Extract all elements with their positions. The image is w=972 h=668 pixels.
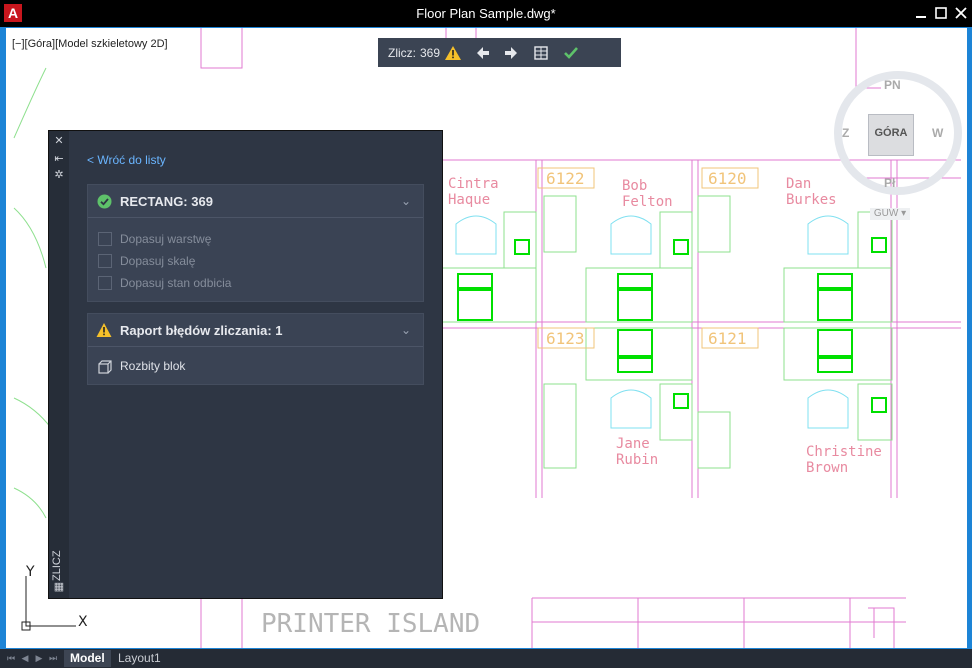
block-icon bbox=[98, 360, 112, 379]
checkmark-icon[interactable] bbox=[562, 44, 580, 62]
tab-layout1[interactable]: Layout1 bbox=[112, 650, 167, 667]
error-card-header[interactable]: Raport błędów zliczania: 1 ⌄ bbox=[88, 314, 423, 347]
palette-title: ZLICZ bbox=[51, 550, 63, 581]
room-tag-6120: 6120 bbox=[708, 169, 747, 188]
auto-hide-icon[interactable]: ⇤ bbox=[53, 153, 65, 165]
occupant-name: Haque bbox=[448, 192, 490, 208]
viewcube-north[interactable]: PN bbox=[884, 78, 901, 92]
room-tag-6122: 6122 bbox=[546, 169, 585, 188]
minimize-button[interactable] bbox=[912, 4, 930, 22]
block-count-card: RECTANG: 369 ⌄ Dopasuj warstwę Dopasuj s… bbox=[87, 184, 424, 302]
error-card-title: Raport błędów zliczania: 1 bbox=[120, 323, 283, 338]
viewcube[interactable]: GÓRA PN Pł Z W GUW ▾ bbox=[828, 58, 967, 220]
count-palette: ✕ ⇤ ✲ ZLICZ ▦ < Wróć do listy RECTANG: 3… bbox=[48, 130, 443, 599]
occupant-name: Jane bbox=[616, 436, 650, 452]
viewcube-top-face[interactable]: GÓRA bbox=[868, 114, 914, 156]
checkbox[interactable] bbox=[98, 232, 112, 246]
ucs-menu[interactable]: GUW ▾ bbox=[870, 208, 910, 220]
checkbox-label: Dopasuj warstwę bbox=[120, 232, 212, 246]
checkbox[interactable] bbox=[98, 276, 112, 290]
arrow-left-icon[interactable] bbox=[474, 44, 492, 62]
error-item-label: Rozbity blok bbox=[120, 359, 186, 373]
count-palette-icon: ▦ bbox=[53, 581, 65, 593]
viewcube-east[interactable]: W bbox=[932, 126, 943, 140]
room-tag-6121: 6121 bbox=[708, 329, 747, 348]
title-bar: A Floor Plan Sample.dwg* bbox=[0, 0, 972, 27]
minimize-icon bbox=[916, 16, 926, 18]
prev-tab-icon[interactable]: ◀ bbox=[20, 653, 30, 663]
layout-tab-bar: ⏮ ◀ ▶ ⏭ Model Layout1 bbox=[0, 649, 972, 668]
count-label: Zlicz: bbox=[388, 46, 416, 60]
success-check-icon bbox=[97, 194, 112, 214]
checkbox-label: Dopasuj skalę bbox=[120, 254, 196, 268]
arrow-right-icon[interactable] bbox=[502, 44, 520, 62]
warning-icon[interactable] bbox=[444, 44, 462, 62]
viewcube-west[interactable]: Z bbox=[842, 126, 849, 140]
occupant-name: Rubin bbox=[616, 452, 658, 468]
occupant-name: Brown bbox=[806, 460, 848, 476]
printer-island-label: PRINTER ISLAND bbox=[261, 609, 480, 639]
maximize-icon bbox=[935, 7, 947, 19]
block-card-title: RECTANG: 369 bbox=[120, 194, 213, 209]
count-value: 369 bbox=[420, 46, 441, 60]
window-title: Floor Plan Sample.dwg* bbox=[416, 6, 556, 21]
occupant-name: Christine bbox=[806, 444, 882, 460]
room-tag-6123: 6123 bbox=[546, 329, 585, 348]
last-tab-icon[interactable]: ⏭ bbox=[48, 653, 58, 663]
ucs-x-label: X bbox=[78, 614, 88, 630]
first-tab-icon[interactable]: ⏮ bbox=[6, 653, 16, 663]
error-report-card: Raport błędów zliczania: 1 ⌄ Rozbity blo… bbox=[87, 313, 424, 385]
properties-icon[interactable]: ✲ bbox=[53, 169, 65, 181]
viewport-controls-label[interactable]: [−][Góra][Model szkieletowy 2D] bbox=[12, 38, 168, 50]
checkbox-label: Dopasuj stan odbicia bbox=[120, 276, 232, 290]
viewcube-south[interactable]: Pł bbox=[884, 176, 895, 190]
occupant-name: Felton bbox=[622, 194, 673, 210]
occupant-name: Dan bbox=[786, 176, 811, 192]
ucs-label: GUW bbox=[873, 208, 899, 219]
chevron-down-icon[interactable]: ⌄ bbox=[401, 194, 411, 208]
warning-icon bbox=[96, 322, 112, 343]
next-tab-icon[interactable]: ▶ bbox=[34, 653, 44, 663]
close-window-button[interactable] bbox=[952, 4, 970, 22]
tab-model[interactable]: Model bbox=[64, 650, 111, 667]
back-to-list-link[interactable]: < Wróć do listy bbox=[87, 153, 166, 167]
occupant-name: Bob bbox=[622, 178, 647, 194]
chevron-down-icon[interactable]: ⌄ bbox=[401, 323, 411, 337]
checkbox[interactable] bbox=[98, 254, 112, 268]
close-icon[interactable]: ✕ bbox=[53, 135, 65, 147]
count-toolbar: Zlicz: 369 bbox=[378, 38, 621, 67]
occupant-name: Cintra bbox=[448, 176, 499, 192]
ucs-y-label: Y bbox=[25, 564, 35, 580]
palette-title-strip: ✕ ⇤ ✲ ZLICZ ▦ bbox=[49, 131, 69, 598]
viewcube-face-label: GÓRA bbox=[874, 127, 908, 139]
insert-table-icon[interactable] bbox=[532, 44, 550, 62]
maximize-button[interactable] bbox=[932, 4, 950, 22]
close-icon bbox=[955, 7, 967, 19]
block-card-header[interactable]: RECTANG: 369 ⌄ bbox=[88, 185, 423, 218]
